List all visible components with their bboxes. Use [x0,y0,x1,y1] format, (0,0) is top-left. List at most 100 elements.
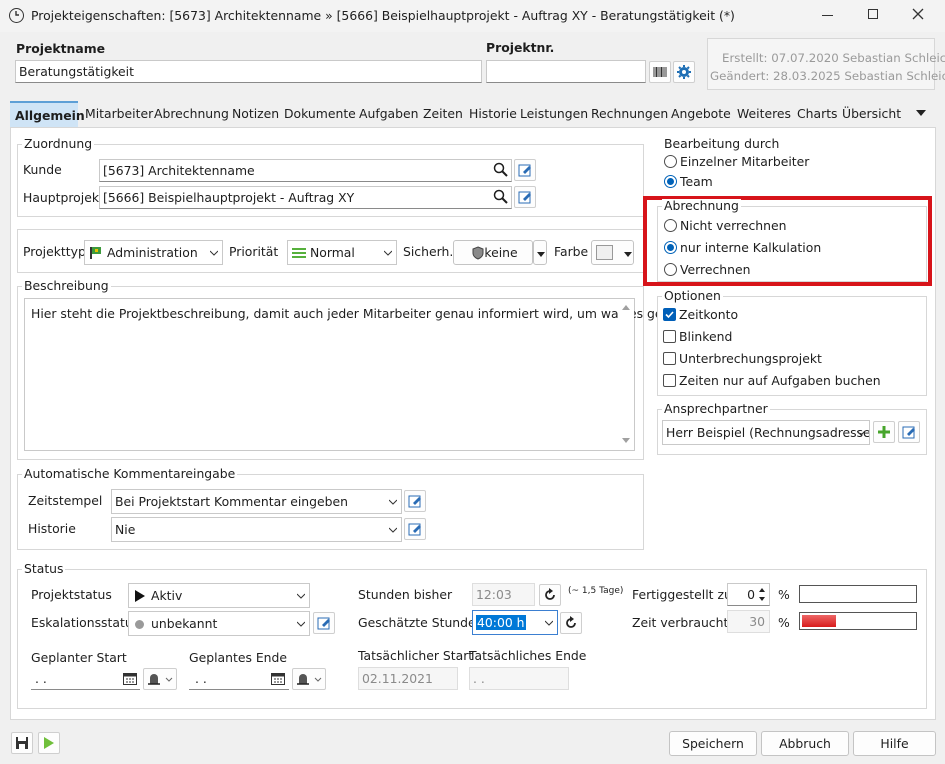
ansprech-combo[interactable]: Herr Beispiel (Rechnungsadresse) [662,420,870,445]
zeitstempel-value: Bei Projektstart Kommentar eingeben [115,494,348,509]
beschreibung-textarea[interactable]: Hier steht die Projektbeschreibung, dami… [24,298,679,451]
maximize-button[interactable] [868,9,878,19]
radio-team[interactable] [664,175,677,188]
tab-uebersicht[interactable]: Übersicht [842,101,901,127]
radio-einzelner-label: Einzelner Mitarbeiter [680,154,810,169]
tab-weiteres[interactable]: Weiteres [737,101,791,127]
zuordnung-title: Zuordnung [22,136,95,151]
hauptprojekt-input[interactable]: [5666] Beispielhauptprojekt - Auftrag XY [99,186,512,209]
chevron-down-icon [384,250,392,256]
stunden-refresh-button[interactable] [539,584,561,606]
kunde-edit-button[interactable] [514,159,536,181]
historie-combo[interactable]: Nie [111,517,402,542]
zeitstempel-combo[interactable]: Bei Projektstart Kommentar eingeben [111,489,402,514]
radio-interne-kalkulation[interactable] [664,241,677,254]
minimize-button[interactable] [822,15,833,16]
calendar-icon[interactable] [123,672,137,685]
geschaetzt-refresh-button[interactable] [560,612,582,634]
speichern-button[interactable]: Speichern [669,731,757,756]
tab-overflow-icon[interactable] [916,110,926,116]
tat-ende-label: Tatsächliches Ende [469,648,587,663]
floppy-disk-icon [16,737,28,749]
tab-zeiten[interactable]: Zeiten [423,101,463,127]
kunde-input[interactable]: [5673] Architektenname [99,159,512,182]
calendar-icon[interactable] [271,672,285,685]
checkbox-unterbrechung[interactable] [663,352,676,365]
projektname-input[interactable]: Beratungstätigkeit [15,60,482,83]
tab-angebote[interactable]: Angebote [671,101,731,127]
sicherheit-button[interactable]: keine [453,240,533,265]
tab-aufgaben[interactable]: Aufgaben [359,101,419,127]
checkbox-blinkend[interactable] [663,330,676,343]
radio-nicht-verrechnen[interactable] [664,219,677,232]
projektnr-label: Projektnr. [486,40,555,55]
tab-allgemein[interactable]: Allgemein [10,101,85,127]
chevron-down-icon [389,499,397,505]
settings-button[interactable] [673,61,695,83]
run-button[interactable] [38,732,60,754]
hilfe-button[interactable]: Hilfe [853,731,936,756]
abbruch-button[interactable]: Abbruch [761,731,849,756]
gep-start-value: . . [35,671,47,686]
plus-icon [878,426,890,438]
tab-historie[interactable]: Historie [469,101,517,127]
hilfe-label: Hilfe [880,736,909,751]
gep-start-input[interactable]: . . [31,668,140,690]
gep-start-alarm-button[interactable] [143,668,177,690]
tab-abrechnung[interactable]: Abrechnung [154,101,229,127]
gear-icon [677,65,691,79]
radio-team-label: Team [680,174,713,189]
eskalation-combo[interactable]: unbekannt [128,611,310,636]
gep-ende-alarm-button[interactable] [292,668,326,690]
spin-up-icon[interactable] [759,588,765,592]
search-icon[interactable] [493,189,509,205]
save-icon-button[interactable] [11,732,33,754]
refresh-icon [566,616,576,628]
edit-icon [518,191,531,204]
gep-ende-input[interactable]: . . [189,668,289,690]
tab-mitarbeiter[interactable]: Mitarbeiter [85,101,153,127]
farbe-picker[interactable] [591,240,634,265]
spin-down-icon[interactable] [759,597,765,601]
projektname-label: Projektname [16,41,106,56]
hauptprojekt-edit-button[interactable] [514,186,536,208]
projekttyp-combo[interactable]: Administration [84,240,223,265]
checkbox-zeitkonto[interactable] [663,308,676,321]
priority-icon [292,248,306,258]
eskalation-value: unbekannt [151,616,218,631]
chevron-down-icon [857,430,865,436]
stunden-bisher-label: Stunden bisher [358,587,453,602]
ansprech-add-button[interactable] [873,421,895,443]
edit-icon [408,495,421,508]
fertig-spinner[interactable]: 0 [727,583,770,606]
eskalation-label: Eskalationsstatus [31,615,140,630]
chevron-down-icon [297,593,305,599]
search-icon[interactable] [493,162,509,178]
tab-notizen[interactable]: Notizen [232,101,279,127]
projekttyp-label: Projekttyp [23,244,86,259]
barcode-button[interactable] [649,61,671,83]
ansprech-edit-button[interactable] [898,421,920,443]
sicherheit-dropdown[interactable] [533,240,547,265]
sicherheit-value: keine [484,245,518,260]
historie-edit-button[interactable] [404,518,426,540]
sicherheit-label: Sicherh. [403,244,454,259]
projekttyp-value: Administration [107,245,198,260]
tab-dokumente[interactable]: Dokumente [284,101,356,127]
status-title: Status [22,561,66,576]
tab-charts[interactable]: Charts [797,101,838,127]
prioritaet-combo[interactable]: Normal [287,240,397,265]
tab-leistungen[interactable]: Leistungen [520,101,588,127]
chevron-down-icon [210,250,218,256]
eskalation-edit-button[interactable] [313,612,335,634]
projektstatus-combo[interactable]: Aktiv [128,583,310,608]
projektnr-input[interactable] [486,60,646,83]
tab-rechnungen[interactable]: Rechnungen [591,101,668,127]
geschaetzt-combo[interactable]: 40:00 h [472,610,558,635]
scrollbar[interactable] [618,299,634,450]
close-button[interactable] [910,6,926,22]
checkbox-zeiten-aufgaben[interactable] [663,374,676,387]
zeitstempel-edit-button[interactable] [404,490,426,512]
radio-einzelner[interactable] [664,155,677,168]
radio-verrechnen[interactable] [664,263,677,276]
